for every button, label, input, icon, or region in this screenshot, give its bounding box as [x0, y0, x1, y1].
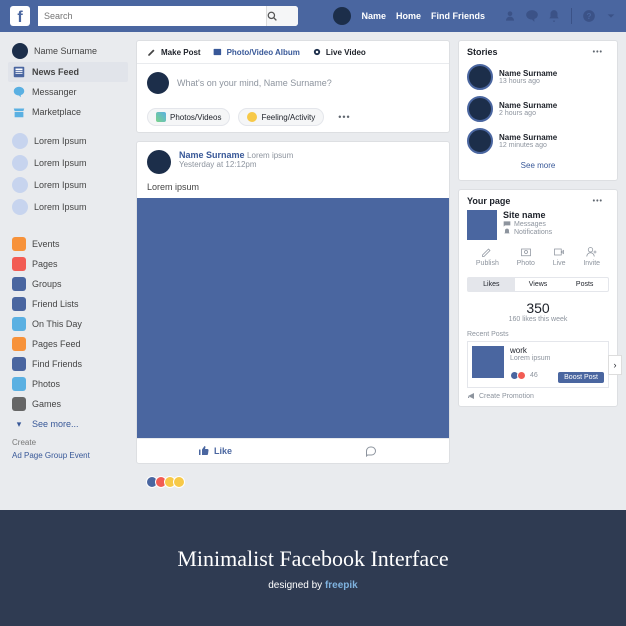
sidebar-friend[interactable]: Lorem Ipsum — [8, 174, 128, 196]
page-messages[interactable]: Messages — [503, 220, 552, 228]
photos-videos-button[interactable]: Photos/Videos — [147, 108, 230, 126]
recent-posts-label: Recent Posts — [467, 331, 609, 338]
sidebar-friend[interactable]: Lorem Ipsum — [8, 130, 128, 152]
avatar-icon — [12, 43, 28, 59]
top-nav: f Name Home Find Friends ? — [0, 0, 626, 32]
sidebar-messanger[interactable]: Messanger — [8, 82, 128, 102]
avatar-icon — [12, 133, 28, 149]
comment-button[interactable] — [293, 439, 449, 463]
sidebar-pages-feed[interactable]: Pages Feed — [8, 334, 128, 354]
sidebar-friend-lists[interactable]: Friend Lists — [8, 294, 128, 314]
reactions-bar[interactable] — [136, 472, 450, 492]
avatar-icon — [12, 155, 28, 171]
nav-find-friends[interactable]: Find Friends — [431, 11, 485, 21]
notifications-icon[interactable] — [547, 9, 561, 23]
post-caption: Lorem ipsum — [137, 182, 449, 198]
stories-see-more[interactable]: See more — [467, 157, 609, 174]
sidebar-news-feed[interactable]: News Feed — [8, 62, 128, 82]
footer-title: Minimalist Facebook Interface — [177, 546, 448, 572]
page-publish[interactable]: Publish — [476, 246, 499, 267]
stories-title: Stories — [467, 47, 498, 57]
composer-avatar-icon — [147, 72, 169, 94]
like-button[interactable]: Like — [137, 439, 293, 463]
sidebar-photos[interactable]: Photos — [8, 374, 128, 394]
sidebar-friend[interactable]: Lorem Ipsum — [8, 196, 128, 218]
composer: Make Post Photo/Video Album Live Video W… — [136, 40, 450, 133]
composer-prompt[interactable]: What's on your mind, Name Surname? — [177, 78, 332, 88]
facebook-logo-icon[interactable]: f — [10, 6, 30, 26]
your-page-title: Your page — [467, 196, 510, 206]
page-tab-posts[interactable]: Posts — [561, 278, 608, 291]
footer-banner: Minimalist Facebook Interface designed b… — [0, 510, 626, 626]
sidebar-pages[interactable]: Pages — [8, 254, 128, 274]
page-name[interactable]: Site name — [503, 210, 552, 220]
sidebar-games[interactable]: Games — [8, 394, 128, 414]
create-promotion[interactable]: Create Promotion — [467, 388, 609, 400]
profile-avatar-icon[interactable] — [333, 7, 351, 25]
page-notifications[interactable]: Notifications — [503, 228, 552, 236]
recent-post-thumb — [472, 346, 504, 378]
page-tab-views[interactable]: Views — [515, 278, 562, 291]
sidebar-see-more[interactable]: ▾See more... — [8, 414, 128, 434]
page-stat-sub: 160 likes this week — [471, 316, 605, 323]
svg-text:?: ? — [587, 12, 592, 21]
your-page-panel: Your page ••• Site name Messages Notifica… — [458, 189, 618, 407]
story-avatar-icon — [467, 64, 493, 90]
search-bar — [38, 6, 298, 26]
search-button[interactable] — [266, 6, 298, 26]
messages-icon[interactable] — [525, 9, 539, 23]
tab-live-video[interactable]: Live Video — [312, 47, 366, 57]
left-sidebar: Name Surname News FeedMessangerMarketpla… — [8, 40, 128, 502]
page-live[interactable]: Live — [553, 246, 566, 267]
tab-make-post[interactable]: Make Post — [147, 47, 201, 57]
page-more-icon[interactable]: ••• — [587, 198, 609, 205]
friend-requests-icon[interactable] — [503, 9, 517, 23]
dropdown-icon[interactable] — [606, 11, 616, 21]
sidebar-marketplace[interactable]: Marketplace — [8, 102, 128, 122]
nav-name[interactable]: Name — [361, 11, 386, 21]
post-avatar-icon[interactable] — [147, 150, 171, 174]
post: Name Surname Lorem ipsum Yesterday at 12… — [136, 141, 450, 464]
story-item[interactable]: Name Surname2 hours ago — [467, 93, 609, 125]
sidebar-profile[interactable]: Name Surname — [8, 40, 128, 62]
story-avatar-icon — [467, 96, 493, 122]
page-invite[interactable]: Invite — [583, 246, 600, 267]
stories-panel: Stories••• Name Surname13 hours agoName … — [458, 40, 618, 181]
post-author[interactable]: Name Surname — [179, 150, 245, 160]
story-avatar-icon — [467, 128, 493, 154]
page-photo[interactable]: Photo — [517, 246, 535, 267]
sidebar-groups[interactable]: Groups — [8, 274, 128, 294]
post-image[interactable] — [137, 198, 449, 438]
story-item[interactable]: Name Surname12 minutes ago — [467, 125, 609, 157]
avatar-icon — [12, 177, 28, 193]
tab-photo-album[interactable]: Photo/Video Album — [213, 47, 300, 57]
boost-post-button[interactable]: Boost Post — [558, 372, 604, 383]
page-stat: 350 — [471, 300, 605, 316]
nav-home[interactable]: Home — [396, 11, 421, 21]
avatar-icon — [12, 199, 28, 215]
sidebar-find-friends[interactable]: Find Friends — [8, 354, 128, 374]
post-time: Yesterday at 12:12pm — [179, 160, 293, 169]
recent-post-card[interactable]: work Lorem ipsum 46 Boost Post › — [467, 341, 609, 388]
sidebar-on-this-day[interactable]: On This Day — [8, 314, 128, 334]
feeling-activity-button[interactable]: Feeling/Activity — [238, 108, 324, 126]
help-icon[interactable]: ? — [582, 9, 596, 23]
page-thumb[interactable] — [467, 210, 497, 240]
chevron-right-icon[interactable]: › — [608, 355, 622, 375]
sidebar-events[interactable]: Events — [8, 234, 128, 254]
create-label: Create — [8, 434, 128, 449]
create-links[interactable]: Ad Page Group Event — [8, 449, 128, 462]
stories-more-icon[interactable]: ••• — [587, 49, 609, 56]
story-item[interactable]: Name Surname13 hours ago — [467, 61, 609, 93]
page-tab-likes[interactable]: Likes — [468, 278, 515, 291]
composer-more-icon[interactable]: ••• — [332, 112, 356, 122]
sidebar-friend[interactable]: Lorem Ipsum — [8, 152, 128, 174]
search-input[interactable] — [38, 6, 266, 26]
